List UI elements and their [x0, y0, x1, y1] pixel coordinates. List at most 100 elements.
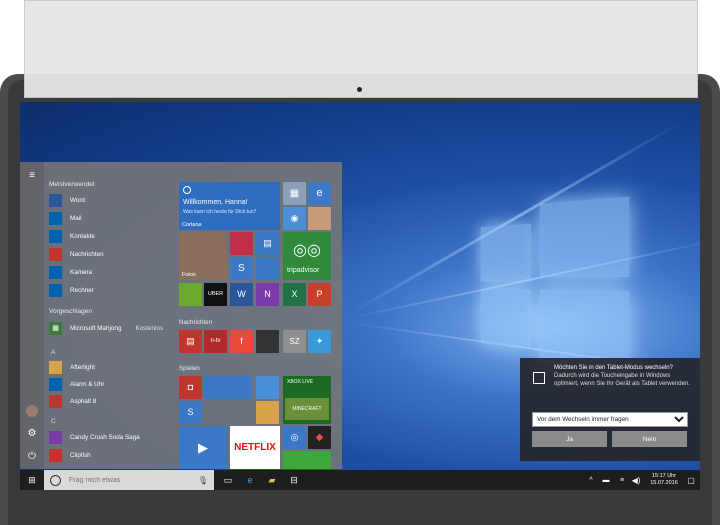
pdf-tile[interactable]: ◆ [308, 426, 331, 449]
tripadvisor-tile[interactable]: ◎◎ tripadvisor [283, 232, 331, 280]
camera-tile[interactable]: ◘ [179, 376, 202, 399]
action-center-icon[interactable]: ▢ [684, 470, 698, 490]
calendar-tile[interactable]: ▤ [256, 232, 279, 255]
edge-icon: e [316, 187, 323, 199]
search-box[interactable]: 🎙 [44, 470, 214, 490]
word-tile[interactable]: W [230, 283, 253, 306]
app-label: Candy Crush Soda Saga [70, 433, 140, 441]
contacts-icon [49, 229, 62, 243]
tripadvisor-label: tripadvisor [287, 267, 320, 274]
skype-tile[interactable]: S [230, 257, 253, 280]
most-used-header: Meistverwendet [49, 181, 95, 188]
shazam-tile[interactable]: S [179, 401, 202, 424]
hamburger-menu-icon[interactable]: ≡ [26, 170, 38, 182]
photos-tile[interactable]: Fotos [179, 232, 227, 280]
uber-tile[interactable]: UBER [204, 283, 227, 306]
clock[interactable]: 15:17 Uhr 15.07.2016 [646, 470, 682, 490]
edge-taskbar-icon[interactable]: e [242, 470, 258, 490]
microphone-icon[interactable]: 🎙 [198, 476, 208, 485]
onenote-tile[interactable]: N [256, 283, 279, 306]
weather-tile[interactable] [256, 376, 279, 399]
app-list-item[interactable]: Clipfish [49, 448, 91, 462]
no-button[interactable]: Nein [612, 431, 687, 447]
power-icon[interactable]: ⏻ [26, 451, 38, 463]
letter-header-a[interactable]: A [51, 349, 55, 356]
handelsblatt-tile[interactable] [256, 330, 279, 353]
app-list-item[interactable]: Mail [49, 211, 82, 225]
group-news-header: Nachrichten [179, 319, 213, 326]
solitaire-tile[interactable] [204, 376, 252, 399]
show-hidden-icons-chevron-icon[interactable]: ^ [586, 470, 596, 490]
calc-grid-icon: ▦ [289, 188, 300, 199]
app-list-item[interactable]: Kamera [49, 265, 92, 279]
flipboard-tile[interactable]: f [230, 330, 253, 353]
task-view-icon[interactable]: ▭ [220, 470, 236, 490]
powerpoint-icon: P [316, 289, 323, 299]
netflix-tile[interactable]: NETFLIX [230, 426, 280, 469]
maps-tile[interactable] [179, 283, 202, 306]
letter-header-c[interactable]: C [51, 418, 56, 425]
screen-protector-film [24, 0, 698, 98]
sz-label: SZ [289, 337, 300, 346]
alarm-icon [49, 377, 62, 391]
sz-tile[interactable]: SZ [283, 330, 306, 353]
tablet-mode-notification: Möchten Sie in den Tablet-Modus wechseln… [520, 358, 700, 461]
app-list-item[interactable]: Asphalt 8 [49, 394, 96, 408]
tablet-mode-option-select[interactable]: Vor dem Wechseln immer fragen [532, 412, 688, 427]
twitter-icon: ✦ [315, 336, 324, 346]
calculator-tile[interactable]: ▦ [283, 182, 306, 205]
owl-icon: ◎◎ [293, 242, 321, 259]
volume-icon[interactable]: ◀) [630, 470, 642, 490]
mahjong-icon: ▦ [49, 321, 62, 335]
app-list-item[interactable]: Candy Crush Soda Saga [49, 430, 140, 444]
word-icon [49, 193, 62, 207]
contact-photo-tile[interactable] [308, 207, 331, 230]
explorer-icon[interactable]: ▰ [264, 470, 280, 490]
start-button[interactable]: ⊞ [24, 470, 40, 490]
twitter-tile[interactable]: ✦ [308, 330, 331, 353]
user-avatar[interactable] [26, 405, 38, 417]
store-tile[interactable] [256, 257, 279, 280]
notification-title: Möchten Sie in den Tablet-Modus wechseln… [554, 365, 673, 371]
battery-icon[interactable]: ▬ [600, 470, 612, 490]
app-list-item[interactable]: Kontakte [49, 229, 95, 243]
app-list-item[interactable]: Alarm & Uhr [49, 377, 104, 391]
powerpoint-tile[interactable]: P [308, 283, 331, 306]
shazam-icon: S [187, 407, 194, 417]
search-input[interactable] [67, 475, 191, 485]
app-list-item[interactable]: Rechner [49, 283, 94, 297]
xbox-label: XBOX LIVE [287, 379, 314, 385]
cortana-tile[interactable]: Willkommen, Hanna! Was kann ich heute fü… [179, 182, 280, 230]
app-label: Microsoft Mahjong [70, 324, 122, 332]
groove-tile[interactable] [230, 232, 253, 255]
settings-gear-icon[interactable]: ⚙ [26, 428, 38, 440]
edge-tile[interactable]: e [308, 182, 331, 205]
windows-wallpaper-logo [480, 194, 663, 372]
app-list-item[interactable]: Nachrichten [49, 247, 104, 261]
news-tile[interactable]: ▤ [179, 330, 202, 353]
tablet-screen: ≡ ⚙ ⏻ Meistverwendet Word Mail Kontakte Nac… [20, 102, 700, 490]
notification-text: Möchten Sie in den Tablet-Modus wechseln… [554, 364, 694, 388]
suggested-app-mahjong[interactable]: ▦ Microsoft Mahjong Kostenlos [49, 321, 163, 335]
network-icon[interactable]: ≡ [616, 470, 628, 490]
ntv-tile[interactable]: n-tv [204, 330, 227, 353]
app-label: Word [70, 196, 85, 204]
webcam-icon: ◉ [290, 213, 299, 223]
groove-music-tile[interactable]: ◎ [283, 426, 306, 449]
green-tile[interactable] [283, 451, 331, 469]
app-label: Alarm & Uhr [70, 380, 105, 388]
yes-button[interactable]: Ja [532, 431, 607, 447]
webcam-tile[interactable]: ◉ [283, 207, 306, 230]
app-list-item[interactable]: Word [49, 193, 85, 207]
clock-time: 15:17 Uhr [651, 473, 677, 479]
cortana-icon [183, 186, 191, 194]
ntv-label: n-tv [210, 338, 221, 344]
app-list-item[interactable]: Afterlight [49, 360, 95, 374]
movies-tile[interactable]: ▶ [179, 426, 227, 469]
xbox-tile[interactable]: XBOX LIVE MINECRAFT [283, 376, 331, 424]
windows-logo-icon: ⊞ [28, 474, 36, 485]
candy-crush-tile[interactable] [256, 401, 279, 424]
excel-tile[interactable]: X [283, 283, 306, 306]
store-taskbar-icon[interactable]: ⊟ [286, 470, 302, 490]
camera-lens [357, 87, 362, 92]
